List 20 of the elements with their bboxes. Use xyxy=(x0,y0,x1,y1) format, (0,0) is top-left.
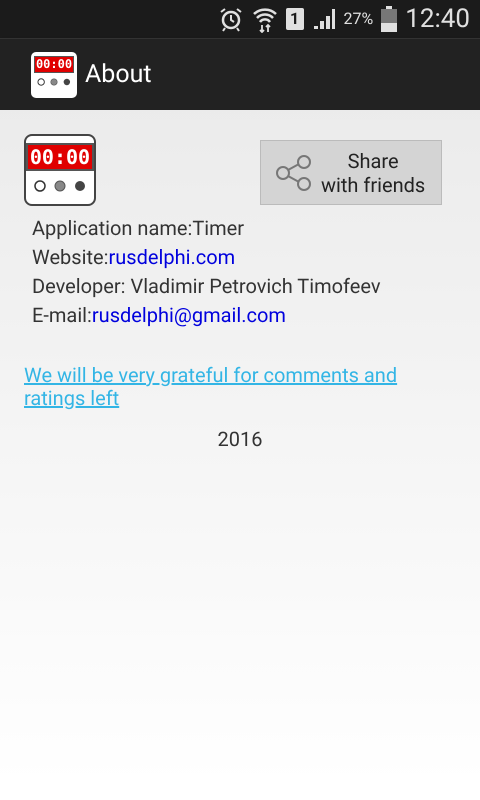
info-line: Developer: Vladimir Petrovich Timofeev xyxy=(32,273,382,300)
share-button[interactable]: Share with friends xyxy=(260,140,442,205)
battery-percent: 27% xyxy=(344,8,374,30)
clock-time: 12:40 xyxy=(405,2,470,36)
timer-display: 00:00 xyxy=(26,143,94,171)
info-line: Website:rusdelphi.com xyxy=(32,244,236,271)
info-line: E-mail:rusdelphi@gmail.com xyxy=(32,302,287,329)
alarm-clock-icon xyxy=(218,6,244,32)
share-icon xyxy=(275,154,313,192)
screen-title: About xyxy=(85,58,152,91)
three-dots-icon xyxy=(32,180,88,192)
battery-icon xyxy=(381,6,398,32)
info-link[interactable]: rusdelphi@gmail.com xyxy=(92,303,286,327)
info-link[interactable]: rusdelphi.com xyxy=(108,245,236,269)
signal-icon xyxy=(312,7,336,31)
sim-indicator: 1 xyxy=(286,8,304,30)
year-text: 2016 xyxy=(216,426,264,453)
three-dots-icon xyxy=(36,78,72,86)
timer-display: 00:00 xyxy=(34,56,74,72)
info-line: Application name:Timer xyxy=(32,215,246,242)
